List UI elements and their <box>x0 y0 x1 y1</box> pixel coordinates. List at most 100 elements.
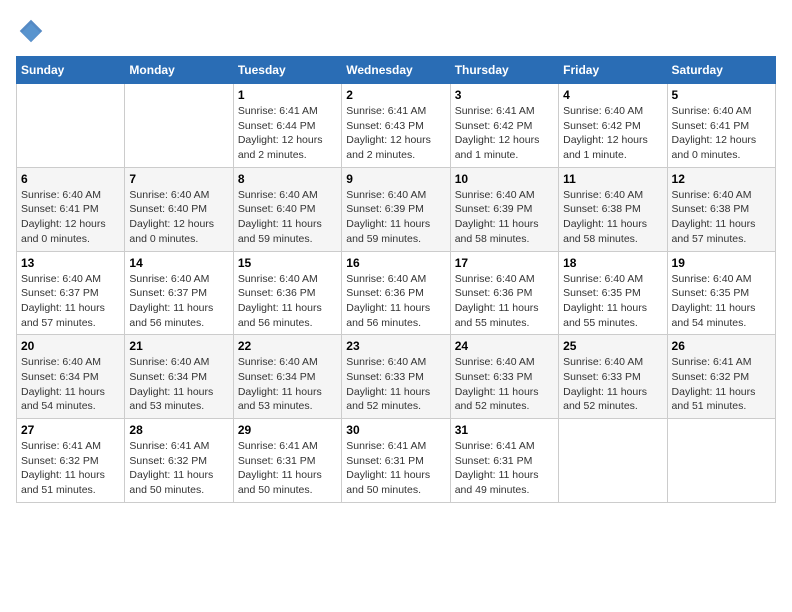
calendar-cell: 5 Sunrise: 6:40 AM Sunset: 6:41 PM Daylig… <box>667 84 775 168</box>
day-number: 13 <box>21 256 120 270</box>
day-number: 27 <box>21 423 120 437</box>
calendar-week-5: 27 Sunrise: 6:41 AM Sunset: 6:32 PM Dayli… <box>17 419 776 503</box>
day-detail: Sunrise: 6:41 AM Sunset: 6:31 PM Dayligh… <box>455 439 554 498</box>
day-number: 28 <box>129 423 228 437</box>
day-detail: Sunrise: 6:40 AM Sunset: 6:42 PM Dayligh… <box>563 104 662 163</box>
day-detail: Sunrise: 6:40 AM Sunset: 6:38 PM Dayligh… <box>563 188 662 247</box>
day-detail: Sunrise: 6:40 AM Sunset: 6:33 PM Dayligh… <box>455 355 554 414</box>
calendar-header-row: SundayMondayTuesdayWednesdayThursdayFrid… <box>17 57 776 84</box>
calendar-week-1: 1 Sunrise: 6:41 AM Sunset: 6:44 PM Daylig… <box>17 84 776 168</box>
calendar-cell: 21Sunrise: 6:40 AM Sunset: 6:34 PM Dayli… <box>125 335 233 419</box>
calendar-cell: 31 Sunrise: 6:41 AM Sunset: 6:31 PM Dayli… <box>450 419 558 503</box>
calendar-cell: 18 Sunrise: 6:40 AM Sunset: 6:35 PM Dayli… <box>559 251 667 335</box>
day-number: 12 <box>672 172 771 186</box>
day-detail: Sunrise: 6:41 AM Sunset: 6:42 PM Dayligh… <box>455 104 554 163</box>
calendar-cell: 26Sunrise: 6:41 AM Sunset: 6:32 PM Dayli… <box>667 335 775 419</box>
day-detail: Sunrise: 6:40 AM Sunset: 6:40 PM Dayligh… <box>238 188 337 247</box>
day-number: 29 <box>238 423 337 437</box>
day-number: 20 <box>21 339 120 353</box>
calendar-header-monday: Monday <box>125 57 233 84</box>
day-detail: Sunrise: 6:40 AM Sunset: 6:34 PM Dayligh… <box>238 355 337 414</box>
calendar-cell: 28 Sunrise: 6:41 AM Sunset: 6:32 PM Dayli… <box>125 419 233 503</box>
day-detail: Sunrise: 6:40 AM Sunset: 6:39 PM Dayligh… <box>455 188 554 247</box>
day-number: 21 <box>129 339 228 353</box>
calendar-header-tuesday: Tuesday <box>233 57 341 84</box>
calendar-header-thursday: Thursday <box>450 57 558 84</box>
day-detail: Sunrise: 6:40 AM Sunset: 6:34 PM Dayligh… <box>21 355 120 414</box>
day-detail: Sunrise: 6:41 AM Sunset: 6:31 PM Dayligh… <box>238 439 337 498</box>
day-detail: Sunrise: 6:40 AM Sunset: 6:36 PM Dayligh… <box>455 272 554 331</box>
day-number: 6 <box>21 172 120 186</box>
day-number: 18 <box>563 256 662 270</box>
day-detail: Sunrise: 6:40 AM Sunset: 6:36 PM Dayligh… <box>346 272 445 331</box>
logo <box>16 16 50 46</box>
day-number: 5 <box>672 88 771 102</box>
calendar-cell: 23 Sunrise: 6:40 AM Sunset: 6:33 PM Dayli… <box>342 335 450 419</box>
calendar-header-wednesday: Wednesday <box>342 57 450 84</box>
calendar: SundayMondayTuesdayWednesdayThursdayFrid… <box>16 56 776 503</box>
day-number: 2 <box>346 88 445 102</box>
calendar-cell <box>559 419 667 503</box>
day-number: 17 <box>455 256 554 270</box>
day-detail: Sunrise: 6:41 AM Sunset: 6:43 PM Dayligh… <box>346 104 445 163</box>
day-detail: Sunrise: 6:41 AM Sunset: 6:44 PM Dayligh… <box>238 104 337 163</box>
calendar-cell: 2 Sunrise: 6:41 AM Sunset: 6:43 PM Daylig… <box>342 84 450 168</box>
day-number: 14 <box>129 256 228 270</box>
calendar-cell: 22 Sunrise: 6:40 AM Sunset: 6:34 PM Dayli… <box>233 335 341 419</box>
day-detail: Sunrise: 6:40 AM Sunset: 6:41 PM Dayligh… <box>672 104 771 163</box>
day-number: 24 <box>455 339 554 353</box>
calendar-cell: 20 Sunrise: 6:40 AM Sunset: 6:34 PM Dayli… <box>17 335 125 419</box>
day-number: 31 <box>455 423 554 437</box>
calendar-cell: 7Sunrise: 6:40 AM Sunset: 6:40 PM Daylig… <box>125 167 233 251</box>
calendar-cell: 25Sunrise: 6:40 AM Sunset: 6:33 PM Dayli… <box>559 335 667 419</box>
logo-icon <box>16 16 46 46</box>
page-header <box>16 16 776 46</box>
day-number: 9 <box>346 172 445 186</box>
calendar-header-sunday: Sunday <box>17 57 125 84</box>
day-number: 16 <box>346 256 445 270</box>
day-detail: Sunrise: 6:40 AM Sunset: 6:41 PM Dayligh… <box>21 188 120 247</box>
calendar-cell: 10 Sunrise: 6:40 AM Sunset: 6:39 PM Dayli… <box>450 167 558 251</box>
day-detail: Sunrise: 6:40 AM Sunset: 6:35 PM Dayligh… <box>563 272 662 331</box>
calendar-header-friday: Friday <box>559 57 667 84</box>
calendar-cell: 4 Sunrise: 6:40 AM Sunset: 6:42 PM Daylig… <box>559 84 667 168</box>
day-detail: Sunrise: 6:40 AM Sunset: 6:33 PM Dayligh… <box>346 355 445 414</box>
day-number: 22 <box>238 339 337 353</box>
day-number: 3 <box>455 88 554 102</box>
calendar-cell: 27 Sunrise: 6:41 AM Sunset: 6:32 PM Dayli… <box>17 419 125 503</box>
day-detail: Sunrise: 6:41 AM Sunset: 6:32 PM Dayligh… <box>129 439 228 498</box>
calendar-cell: 14 Sunrise: 6:40 AM Sunset: 6:37 PM Dayli… <box>125 251 233 335</box>
calendar-cell: 12 Sunrise: 6:40 AM Sunset: 6:38 PM Dayli… <box>667 167 775 251</box>
calendar-cell: 1 Sunrise: 6:41 AM Sunset: 6:44 PM Daylig… <box>233 84 341 168</box>
day-number: 23 <box>346 339 445 353</box>
day-number: 26 <box>672 339 771 353</box>
calendar-cell: 19 Sunrise: 6:40 AM Sunset: 6:35 PM Dayli… <box>667 251 775 335</box>
calendar-cell: 29 Sunrise: 6:41 AM Sunset: 6:31 PM Dayli… <box>233 419 341 503</box>
day-number: 1 <box>238 88 337 102</box>
day-number: 19 <box>672 256 771 270</box>
calendar-cell: 9 Sunrise: 6:40 AM Sunset: 6:39 PM Daylig… <box>342 167 450 251</box>
calendar-header-saturday: Saturday <box>667 57 775 84</box>
day-number: 15 <box>238 256 337 270</box>
calendar-cell: 13 Sunrise: 6:40 AM Sunset: 6:37 PM Dayli… <box>17 251 125 335</box>
calendar-cell: 3 Sunrise: 6:41 AM Sunset: 6:42 PM Daylig… <box>450 84 558 168</box>
calendar-week-3: 13 Sunrise: 6:40 AM Sunset: 6:37 PM Dayli… <box>17 251 776 335</box>
day-detail: Sunrise: 6:41 AM Sunset: 6:31 PM Dayligh… <box>346 439 445 498</box>
calendar-cell: 24 Sunrise: 6:40 AM Sunset: 6:33 PM Dayli… <box>450 335 558 419</box>
day-detail: Sunrise: 6:40 AM Sunset: 6:37 PM Dayligh… <box>129 272 228 331</box>
calendar-week-2: 6 Sunrise: 6:40 AM Sunset: 6:41 PM Daylig… <box>17 167 776 251</box>
day-detail: Sunrise: 6:40 AM Sunset: 6:37 PM Dayligh… <box>21 272 120 331</box>
calendar-cell: 17 Sunrise: 6:40 AM Sunset: 6:36 PM Dayli… <box>450 251 558 335</box>
day-number: 10 <box>455 172 554 186</box>
day-detail: Sunrise: 6:41 AM Sunset: 6:32 PM Dayligh… <box>21 439 120 498</box>
day-detail: Sunrise: 6:40 AM Sunset: 6:40 PM Dayligh… <box>129 188 228 247</box>
calendar-week-4: 20 Sunrise: 6:40 AM Sunset: 6:34 PM Dayli… <box>17 335 776 419</box>
day-detail: Sunrise: 6:40 AM Sunset: 6:38 PM Dayligh… <box>672 188 771 247</box>
calendar-cell <box>17 84 125 168</box>
day-detail: Sunrise: 6:40 AM Sunset: 6:35 PM Dayligh… <box>672 272 771 331</box>
calendar-cell: 30Sunrise: 6:41 AM Sunset: 6:31 PM Dayli… <box>342 419 450 503</box>
day-detail: Sunrise: 6:40 AM Sunset: 6:39 PM Dayligh… <box>346 188 445 247</box>
day-number: 8 <box>238 172 337 186</box>
calendar-cell: 15Sunrise: 6:40 AM Sunset: 6:36 PM Dayli… <box>233 251 341 335</box>
day-number: 4 <box>563 88 662 102</box>
